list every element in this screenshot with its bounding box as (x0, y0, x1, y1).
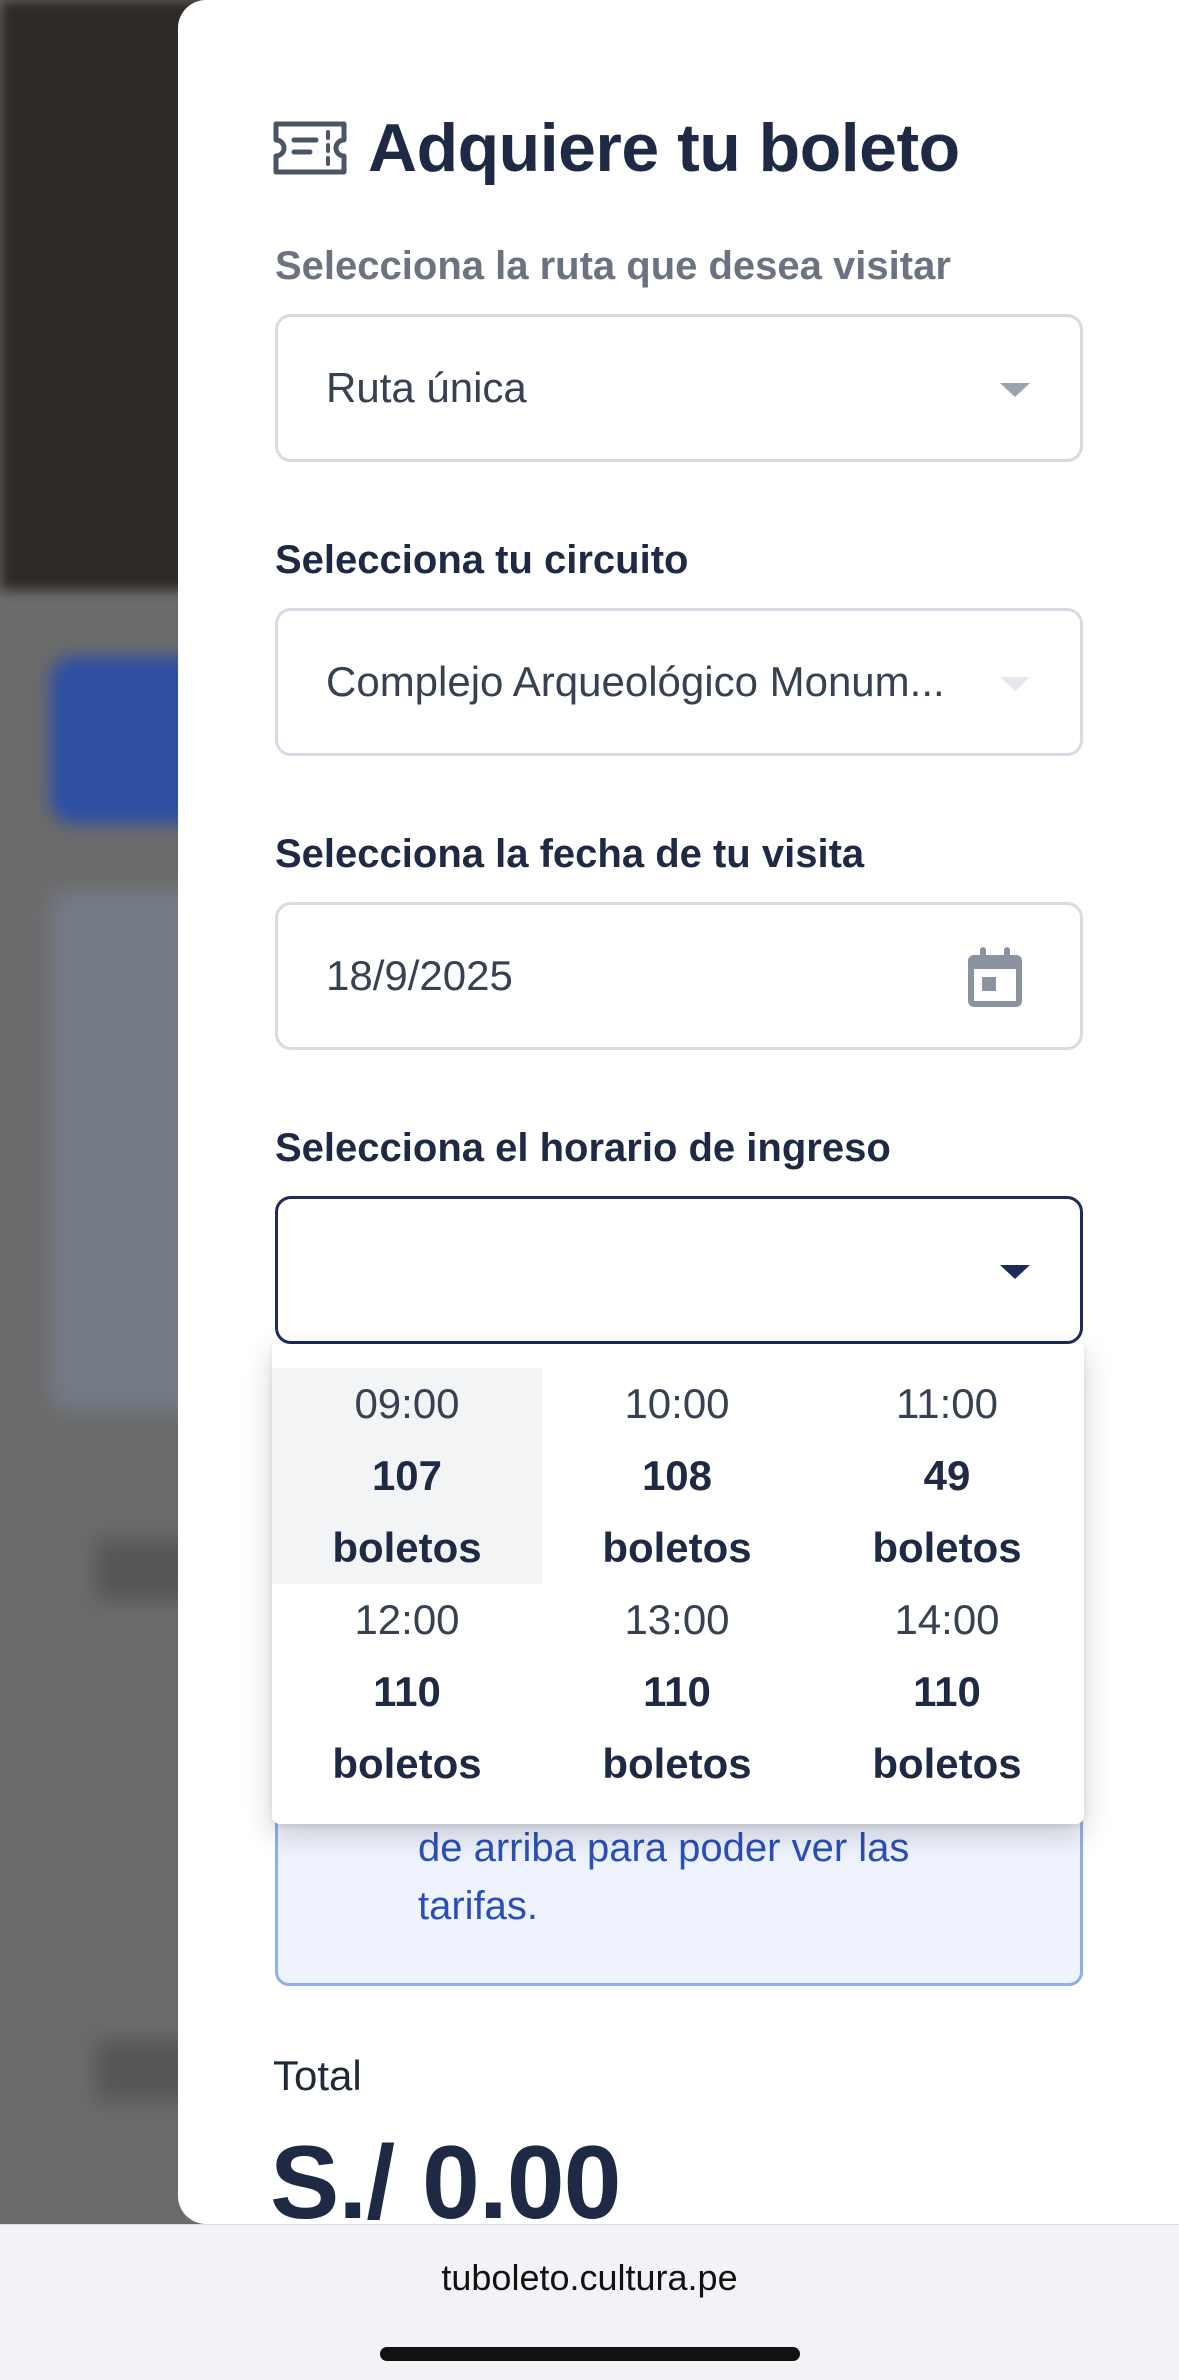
time-slot-unit: boletos (872, 1740, 1022, 1787)
ticket-icon (273, 121, 347, 175)
time-slot-time: 12:00 (354, 1596, 460, 1643)
ticket-purchase-sheet: Adquiere tu boleto Selecciona la ruta qu… (178, 0, 1179, 2224)
time-slot-option[interactable]: 10:00 108 boletos (542, 1368, 812, 1584)
total-value: S./ 0.00 (270, 2125, 621, 2224)
chevron-down-icon (1000, 383, 1030, 397)
time-slot-count: 110 (373, 1668, 441, 1715)
date-label: Selecciona la fecha de tu visita (275, 832, 865, 876)
time-slot-option[interactable]: 11:00 49 boletos (812, 1368, 1082, 1584)
page-title: Adquiere tu boleto (368, 110, 960, 186)
time-slot-unit: boletos (602, 1524, 752, 1571)
sheet-header: Adquiere tu boleto (270, 108, 960, 188)
date-field[interactable]: 18/9/2025 (275, 902, 1083, 1050)
circuit-label: Selecciona tu circuito (275, 538, 689, 582)
circuit-select[interactable]: Complejo Arqueológico Monum... (275, 608, 1083, 756)
time-slot-unit: boletos (332, 1524, 482, 1571)
time-slot-unit: boletos (872, 1524, 1022, 1571)
route-select[interactable]: Ruta única (275, 314, 1083, 462)
time-slot-option[interactable]: 13:00 110 boletos (542, 1584, 812, 1800)
chevron-down-icon (1000, 1265, 1030, 1279)
schedule-label: Selecciona el horario de ingreso (275, 1126, 891, 1170)
schedule-dropdown: 09:00 107 boletos 10:00 108 boletos 11:0… (272, 1344, 1084, 1824)
info-alert-text: de arriba para poder ver las tarifas. (418, 1826, 910, 1928)
time-slot-count: 110 (913, 1668, 981, 1715)
browser-bottom-bar: tuboleto.cultura.pe (0, 2224, 1179, 2380)
date-field-value: 18/9/2025 (326, 952, 513, 999)
time-slot-option[interactable]: 12:00 110 boletos (272, 1584, 542, 1800)
time-slot-count: 49 (923, 1452, 971, 1499)
time-slot-time: 14:00 (894, 1596, 1000, 1643)
schedule-select[interactable] (275, 1196, 1083, 1344)
chevron-down-icon (1000, 677, 1030, 691)
time-slot-option[interactable]: 14:00 110 boletos (812, 1584, 1082, 1800)
total-label: Total (273, 2052, 362, 2099)
time-slot-time: 11:00 (896, 1380, 998, 1427)
url-address[interactable]: tuboleto.cultura.pe (0, 2257, 1179, 2299)
calendar-icon[interactable] (966, 945, 1024, 1009)
time-slot-time: 09:00 (354, 1380, 460, 1427)
time-slot-option[interactable]: 09:00 107 boletos (272, 1368, 542, 1584)
route-select-value: Ruta única (326, 364, 527, 411)
time-slot-count: 107 (371, 1452, 443, 1499)
time-slot-unit: boletos (602, 1740, 752, 1787)
time-slot-time: 10:00 (624, 1380, 730, 1427)
time-slot-time: 13:00 (624, 1596, 730, 1643)
circuit-select-value: Complejo Arqueológico Monum... (326, 658, 945, 705)
time-slot-count: 108 (641, 1452, 713, 1499)
time-slot-count: 110 (643, 1668, 711, 1715)
home-indicator[interactable] (380, 2347, 800, 2361)
time-slot-unit: boletos (332, 1740, 482, 1787)
route-label: Selecciona la ruta que desea visitar (275, 244, 951, 288)
